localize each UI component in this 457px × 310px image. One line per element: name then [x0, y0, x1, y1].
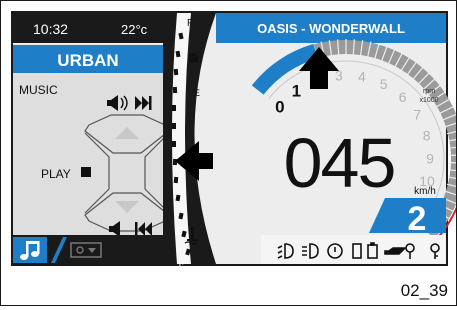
speed-unit: km/h: [414, 186, 436, 197]
tacho-tick-label: 6: [399, 89, 407, 105]
stop-square-icon: [81, 167, 91, 177]
temperature-text: 22°c: [121, 22, 148, 37]
tacho-tick-label: 5: [380, 76, 388, 92]
song-title: OASIS - WONDERWALL: [257, 21, 405, 36]
tacho-tick-label: 4: [358, 69, 366, 85]
figure-frame: 10:32 22°c URBAN MUSIC PLAY F E c OASIS …: [0, 0, 457, 306]
fuel-low-label: c: [179, 260, 184, 270]
tacho-segment-gap: [449, 154, 457, 156]
rpm-multiplier-label: x1000: [419, 97, 438, 104]
mode-title[interactable]: URBAN: [57, 51, 118, 70]
music-section-label: MUSIC: [19, 83, 58, 97]
music-tab[interactable]: [13, 237, 47, 263]
tacho-tick-label: 8: [423, 128, 431, 144]
volume-down-icon: [109, 226, 113, 232]
figure-code: 02_39: [400, 281, 448, 300]
previous-track-icon: [135, 222, 138, 236]
tacho-tick-label: 7: [413, 107, 421, 123]
tacho-tick-label: 1: [292, 81, 301, 100]
fuel-empty-label: E: [194, 88, 200, 98]
rpm-unit-label: rpm: [423, 88, 435, 95]
volume-up-icon: [107, 100, 111, 106]
clock-text: 10:32: [33, 21, 68, 37]
tacho-tick-label: 0: [275, 97, 284, 116]
fuel-full-label: F: [187, 18, 193, 29]
tacho-tick-label: 9: [426, 150, 434, 166]
gear-value: 2: [408, 200, 427, 238]
speed-value: 045: [284, 124, 395, 202]
tacho-segment-gap: [449, 162, 457, 164]
play-label[interactable]: PLAY: [41, 167, 71, 181]
instrument-cluster: 10:32 22°c URBAN MUSIC PLAY F E c OASIS …: [11, 11, 457, 270]
